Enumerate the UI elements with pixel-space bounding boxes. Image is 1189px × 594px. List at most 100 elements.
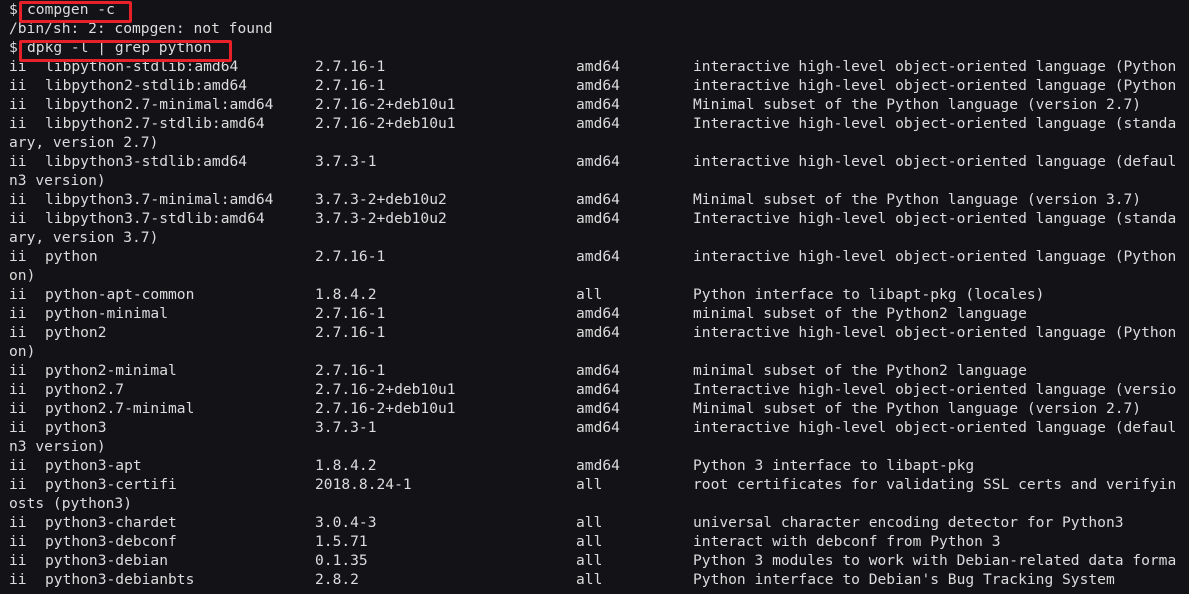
package-row: ii libpython3-stdlib:amd64 3.7.3-1 amd64 int… — [0, 152, 1189, 171]
package-status: ii — [9, 514, 27, 531]
package-status: ii — [9, 362, 27, 379]
package-status: ii — [9, 305, 27, 322]
package-version: 2.7.16-1 — [315, 324, 386, 341]
package-status: ii — [9, 153, 27, 170]
package-version: 2.8.2 — [315, 571, 359, 588]
package-row: ii libpython3.7-stdlib:amd64 3.7.3-2+deb10… — [0, 209, 1189, 228]
package-arch: all — [576, 571, 603, 588]
output-line: on) — [0, 342, 1189, 361]
package-arch: amd64 — [576, 210, 620, 227]
package-row: ii libpython3.7-minimal:amd64 3.7.3-2+deb1… — [0, 190, 1189, 209]
package-name: python-minimal — [45, 305, 169, 322]
package-version: 2.7.16-2+deb10u1 — [315, 381, 456, 398]
package-description: interactive high-level object-oriented l… — [693, 248, 1177, 265]
package-description: Python interface to Debian's Bug Trackin… — [693, 571, 1115, 588]
package-arch: all — [576, 286, 603, 303]
command-text: dpkg -l | grep python — [27, 39, 212, 56]
package-name: python2.7 — [45, 381, 125, 398]
package-row: ii python-apt-common 1.8.4.2 all Python inte… — [0, 285, 1189, 304]
package-status: ii — [9, 419, 27, 436]
package-description: interact with debconf from Python 3 — [693, 533, 1001, 550]
package-arch: amd64 — [576, 457, 620, 474]
package-arch: amd64 — [576, 96, 620, 113]
package-description: Interactive high-level object-oriented l… — [693, 381, 1177, 398]
package-description: Python 3 modules to work with Debian-rel… — [693, 552, 1177, 569]
package-name: libpython3-stdlib:amd64 — [45, 153, 248, 170]
package-name: python3-certifi — [45, 476, 177, 493]
package-name: python2-minimal — [45, 362, 177, 379]
package-arch: amd64 — [576, 58, 620, 75]
package-arch: amd64 — [576, 419, 620, 436]
package-status: ii — [9, 400, 27, 417]
package-status: ii — [9, 324, 27, 341]
package-row: ii python2.7-minimal 2.7.16-2+deb10u1 amd64… — [0, 399, 1189, 418]
package-status: ii — [9, 457, 27, 474]
package-description: interactive high-level object-oriented l… — [693, 324, 1177, 341]
output-text: n3 version) — [9, 172, 106, 189]
package-version: 2018.8.24-1 — [315, 476, 412, 493]
output-text: ary, version 2.7) — [9, 134, 159, 151]
package-row: ii libpython2.7-minimal:amd64 2.7.16-2+deb… — [0, 95, 1189, 114]
package-name: python3-debian — [45, 552, 169, 569]
package-row: ii python3-certifi 2018.8.24-1 all root cert… — [0, 475, 1189, 494]
package-row: ii python-minimal 2.7.16-1 amd64 minimal sub… — [0, 304, 1189, 323]
terminal-output: $ compgen -c/bin/sh: 2: compgen: not foun… — [0, 0, 1189, 589]
output-text: n3 version) — [9, 438, 106, 455]
terminal-window[interactable]: $ compgen -c/bin/sh: 2: compgen: not foun… — [0, 0, 1189, 594]
package-arch: amd64 — [576, 305, 620, 322]
package-version: 3.7.3-1 — [315, 153, 377, 170]
package-row: ii python3 3.7.3-1 amd64 interactive high-le… — [0, 418, 1189, 437]
package-version: 2.7.16-1 — [315, 248, 386, 265]
output-text: osts (python3) — [9, 495, 133, 512]
package-version: 3.7.3-2+deb10u2 — [315, 210, 447, 227]
package-row: ii libpython-stdlib:amd64 2.7.16-1 amd64 int… — [0, 57, 1189, 76]
package-name: python3-chardet — [45, 514, 177, 531]
package-version: 2.7.16-2+deb10u1 — [315, 96, 456, 113]
package-version: 2.7.16-1 — [315, 305, 386, 322]
package-version: 2.7.16-1 — [315, 362, 386, 379]
output-line: /bin/sh: 2: compgen: not found — [0, 19, 1189, 38]
package-name: python3-apt — [45, 457, 142, 474]
package-arch: amd64 — [576, 362, 620, 379]
package-description: universal character encoding detector fo… — [693, 514, 1124, 531]
package-version: 2.7.16-1 — [315, 58, 386, 75]
package-arch: amd64 — [576, 153, 620, 170]
package-name: libpython3.7-stdlib:amd64 — [45, 210, 265, 227]
output-text: on) — [9, 343, 36, 360]
package-description: interactive high-level object-oriented l… — [693, 153, 1177, 170]
prompt-symbol: $ — [9, 1, 18, 18]
package-description: Python 3 interface to libapt-pkg — [693, 457, 975, 474]
package-arch: amd64 — [576, 115, 620, 132]
package-arch: all — [576, 514, 603, 531]
package-row: ii python3-debianbts 2.8.2 all Python interf… — [0, 570, 1189, 589]
package-version: 2.7.16-1 — [315, 77, 386, 94]
command-text: compgen -c — [27, 1, 115, 18]
package-description: Minimal subset of the Python language (v… — [693, 400, 1142, 417]
package-name: libpython-stdlib:amd64 — [45, 58, 239, 75]
package-status: ii — [9, 533, 27, 550]
package-description: interactive high-level object-oriented l… — [693, 419, 1177, 436]
package-row: ii python2-minimal 2.7.16-1 amd64 minimal su… — [0, 361, 1189, 380]
output-line: osts (python3) — [0, 494, 1189, 513]
output-text: ary, version 3.7) — [9, 229, 159, 246]
package-name: libpython3.7-minimal:amd64 — [45, 191, 274, 208]
prompt-symbol: $ — [9, 39, 18, 56]
package-status: ii — [9, 115, 27, 132]
package-arch: all — [576, 552, 603, 569]
package-description: Python interface to libapt-pkg (locales) — [693, 286, 1045, 303]
package-row: ii python3-chardet 3.0.4-3 all universal cha… — [0, 513, 1189, 532]
package-version: 3.7.3-2+deb10u2 — [315, 191, 447, 208]
package-row: ii libpython2.7-stdlib:amd64 2.7.16-2+deb1… — [0, 114, 1189, 133]
package-status: ii — [9, 476, 27, 493]
package-arch: amd64 — [576, 400, 620, 417]
package-status: ii — [9, 58, 27, 75]
package-name: python3 — [45, 419, 107, 436]
package-row: ii python2.7 2.7.16-2+deb10u1 amd64 Interact… — [0, 380, 1189, 399]
package-status: ii — [9, 381, 27, 398]
package-name: python3-debianbts — [45, 571, 195, 588]
package-name: python — [45, 248, 98, 265]
package-name: python2.7-minimal — [45, 400, 195, 417]
package-description: Minimal subset of the Python language (v… — [693, 191, 1142, 208]
package-arch: amd64 — [576, 381, 620, 398]
package-name: python2 — [45, 324, 107, 341]
